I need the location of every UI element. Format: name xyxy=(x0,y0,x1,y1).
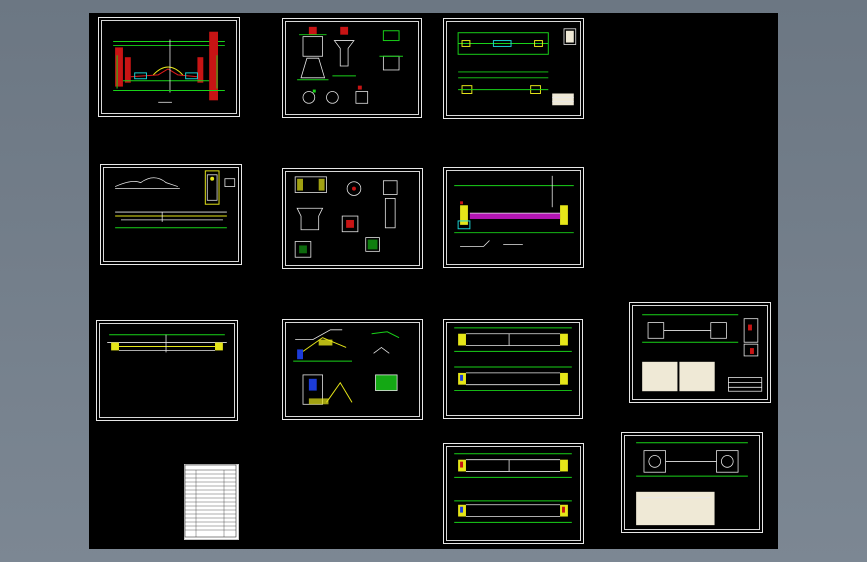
drawing-canvas[interactable] xyxy=(89,13,778,549)
sheet-11-table-lines xyxy=(184,464,237,538)
sheet-4-drawing xyxy=(114,170,236,229)
sheet-2-drawing xyxy=(297,26,403,104)
sheet-3-drawing xyxy=(457,28,577,106)
sheet-1-drawing xyxy=(113,31,225,103)
drawing-sheet-4[interactable] xyxy=(100,164,242,265)
drawing-sheet-10[interactable] xyxy=(629,302,771,403)
drawing-sheet-12[interactable] xyxy=(443,443,584,544)
sheet-6-drawing xyxy=(454,175,574,247)
drawing-sheet-9[interactable] xyxy=(443,319,583,419)
sheet-12-drawing xyxy=(454,453,572,523)
sheet-9-drawing xyxy=(454,327,572,392)
cad-viewer xyxy=(0,0,867,562)
drawing-sheet-3[interactable] xyxy=(443,18,584,119)
drawing-sheet-6[interactable] xyxy=(443,167,584,268)
sheet-10-drawing xyxy=(642,314,763,392)
sheet-8-drawing xyxy=(293,329,400,405)
sheet-7-drawing xyxy=(107,334,227,353)
drawing-sheet-1[interactable] xyxy=(98,17,240,117)
drawing-sheet-8[interactable] xyxy=(282,319,423,420)
drawing-sheet-11[interactable] xyxy=(184,464,239,540)
sheet-13-drawing xyxy=(636,442,748,526)
sheet-5-drawing xyxy=(294,176,398,258)
drawing-sheet-2[interactable] xyxy=(282,18,422,118)
drawing-sheet-13[interactable] xyxy=(621,432,763,533)
drawing-sheet-5[interactable] xyxy=(282,168,423,269)
drawing-sheet-7[interactable] xyxy=(96,320,238,421)
